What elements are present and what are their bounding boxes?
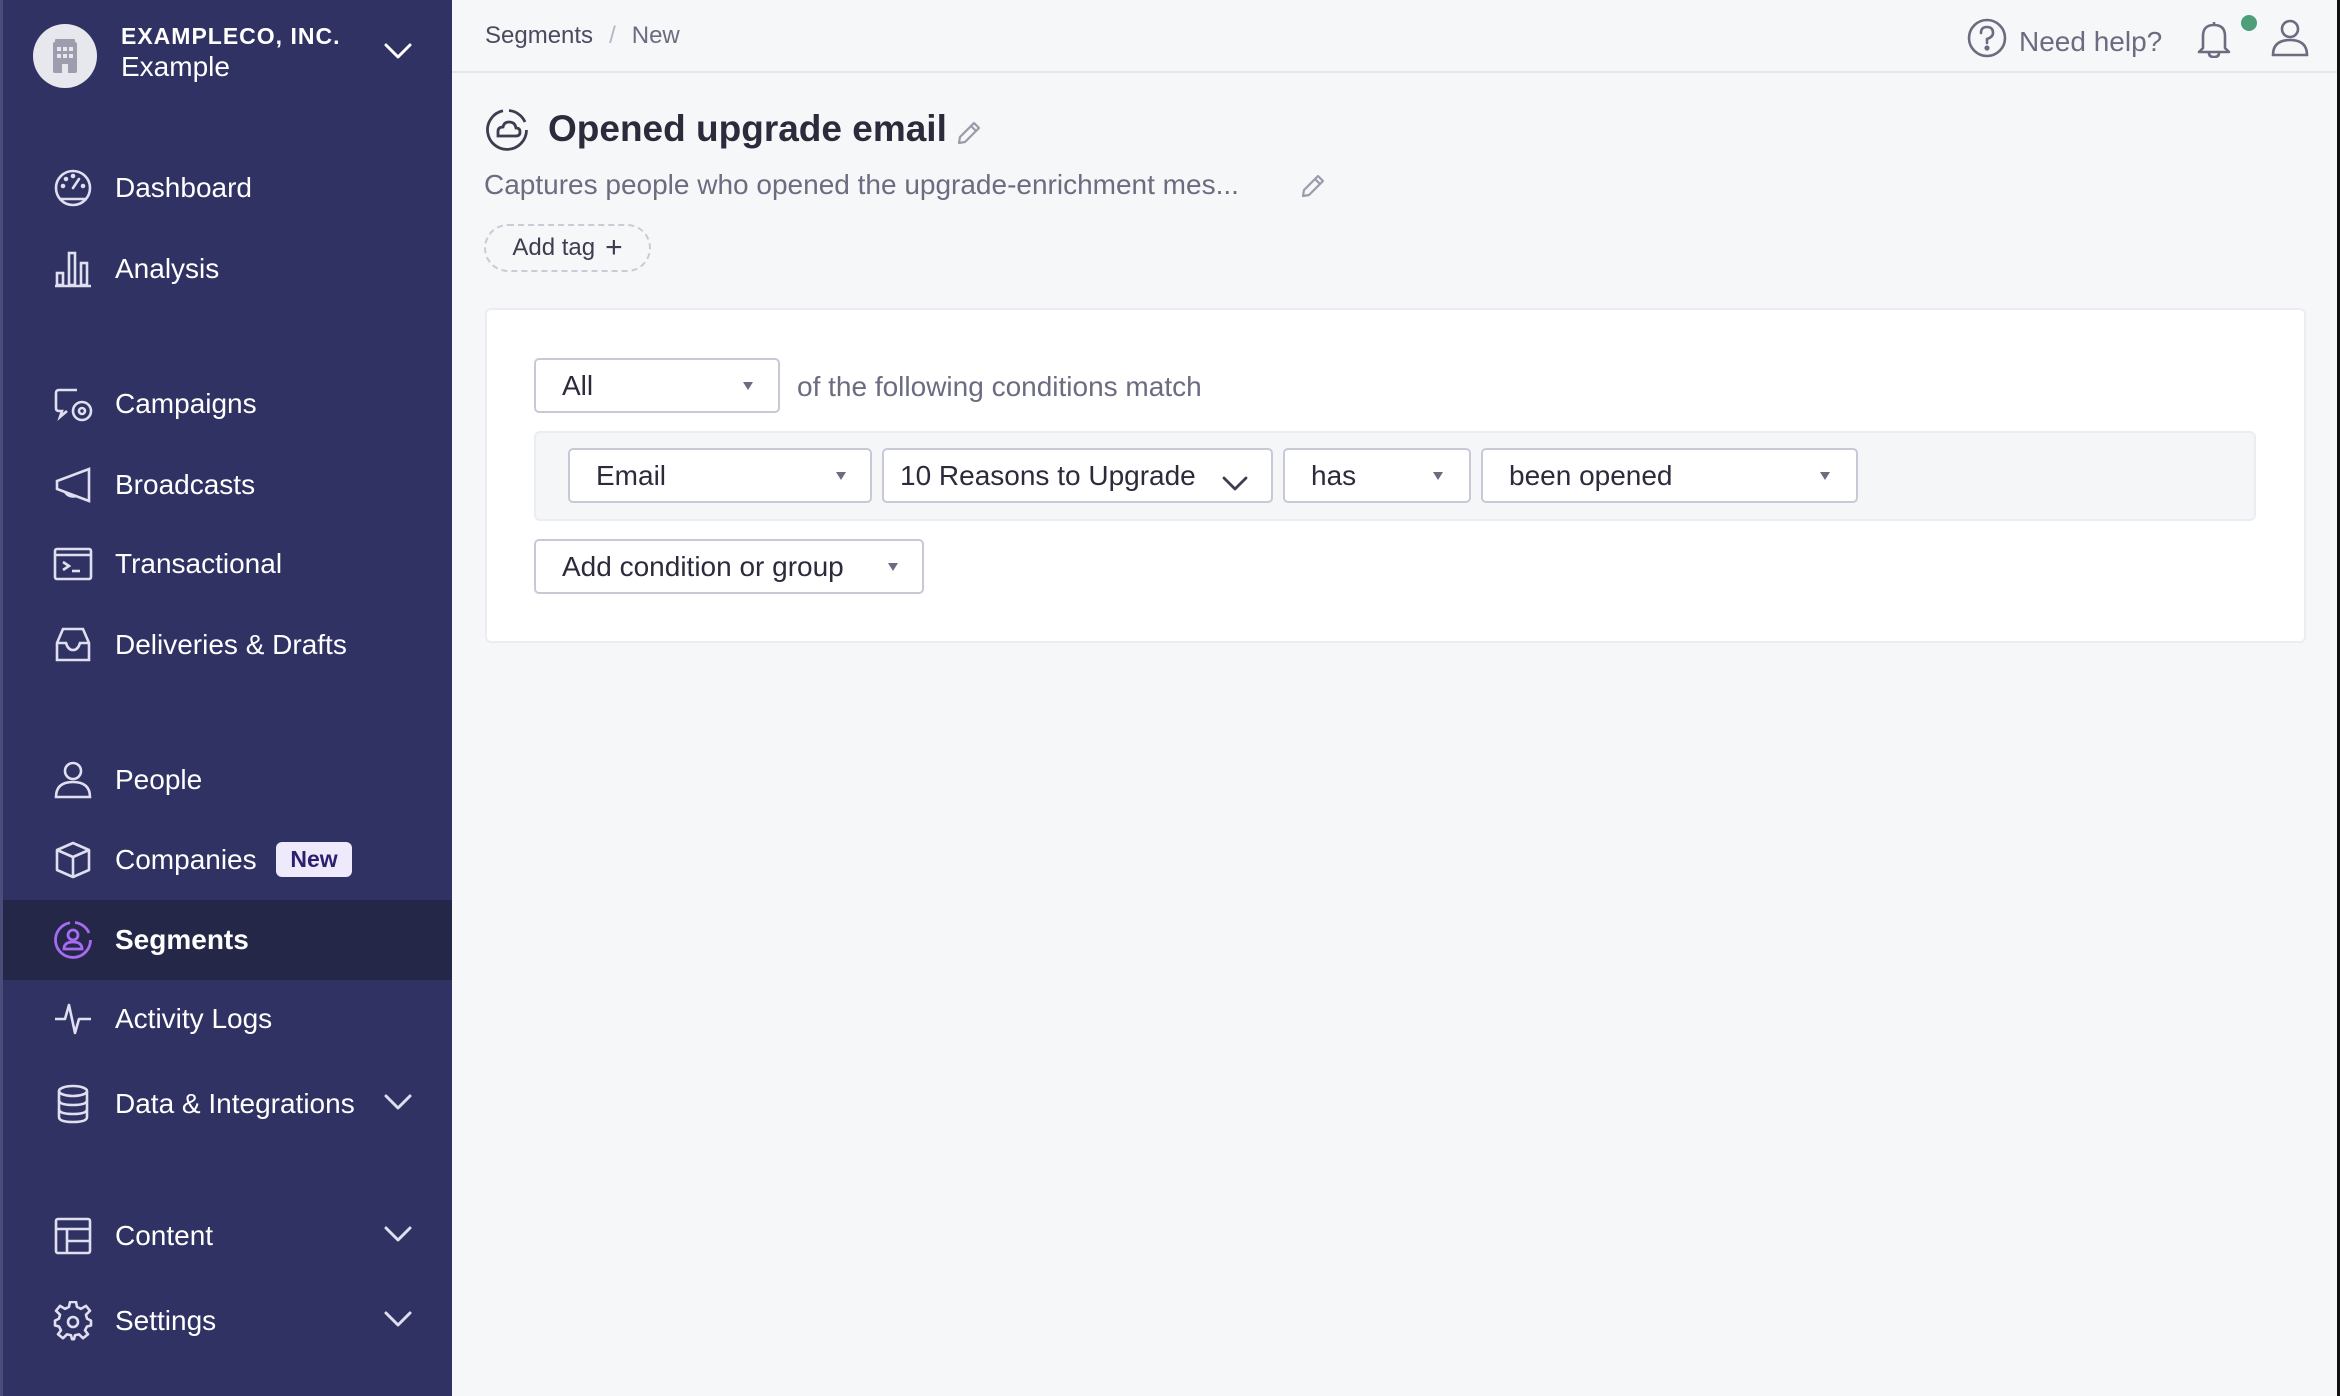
- sidebar-item-label: People: [115, 764, 203, 795]
- caret-down-icon: [1820, 471, 1830, 480]
- operator-select[interactable]: has: [1283, 448, 1471, 503]
- message-select[interactable]: 10 Reasons to Upgrade: [882, 448, 1273, 503]
- sidebar-item-broadcasts[interactable]: Broadcasts: [3, 445, 452, 525]
- user-account-icon[interactable]: [2270, 18, 2310, 63]
- breadcrumb-current: New: [631, 22, 680, 49]
- layout-icon: [53, 1216, 93, 1256]
- question-circle-icon: [1967, 18, 2007, 65]
- edit-description-pencil-icon[interactable]: [1300, 173, 1326, 204]
- sidebar-item-settings[interactable]: Settings: [3, 1281, 452, 1361]
- cube-icon: [53, 840, 93, 880]
- sidebar-item-content[interactable]: Content: [3, 1196, 452, 1276]
- message-value: 10 Reasons to Upgrade: [900, 459, 1196, 491]
- segment-icon: [53, 920, 93, 960]
- edit-title-pencil-icon[interactable]: [956, 120, 982, 151]
- org-name: EXAMPLECO, INC.: [121, 23, 341, 49]
- org-switcher[interactable]: EXAMPLECO, INC. Example: [3, 0, 452, 110]
- chevron-down-icon[interactable]: [383, 1093, 413, 1116]
- caret-down-icon: [1433, 471, 1443, 480]
- breadcrumb-separator: /: [609, 22, 616, 49]
- chevron-down-icon[interactable]: [383, 1225, 413, 1248]
- megaphone-icon: [53, 465, 93, 505]
- condition-type-value: Email: [596, 459, 667, 491]
- sidebar-item-companies[interactable]: Companies New: [3, 820, 452, 900]
- sidebar-item-label: Transactional: [115, 548, 283, 579]
- condition-type-select[interactable]: Email: [568, 448, 872, 503]
- operator-value: has: [1311, 459, 1357, 491]
- bar-chart-icon: [53, 249, 93, 289]
- add-condition-label: Add condition or group: [562, 550, 844, 582]
- action-select[interactable]: been opened: [1481, 448, 1858, 503]
- sidebar-item-segments[interactable]: Segments: [3, 900, 452, 980]
- data-segment-icon: [485, 108, 529, 157]
- sidebar-item-label: Segments: [115, 924, 249, 955]
- sidebar-item-label: Dashboard: [115, 172, 252, 203]
- plus-icon: +: [605, 231, 623, 264]
- campaigns-icon: [53, 384, 93, 424]
- add-tag-label: Add tag: [512, 234, 596, 261]
- sidebar-item-campaigns[interactable]: Campaigns: [3, 364, 452, 444]
- match-mode-value: All: [562, 369, 594, 401]
- sidebar-item-label: Content: [115, 1220, 214, 1251]
- caret-down-icon: [888, 562, 898, 571]
- building-icon: [33, 24, 97, 88]
- sidebar-item-activity-logs[interactable]: Activity Logs: [3, 979, 452, 1059]
- gear-icon: [53, 1301, 93, 1341]
- workspace-name: Example: [121, 51, 230, 82]
- chevron-down-icon: [1222, 467, 1248, 499]
- terminal-icon: [53, 544, 93, 584]
- breadcrumb-segments-link[interactable]: Segments: [485, 22, 593, 50]
- chevron-down-icon[interactable]: [383, 42, 413, 65]
- caret-down-icon: [743, 381, 753, 390]
- chevron-down-icon[interactable]: [383, 1310, 413, 1333]
- sidebar-item-transactional[interactable]: Transactional: [3, 524, 452, 604]
- sidebar-item-people[interactable]: People: [3, 740, 452, 820]
- segment-title: Opened upgrade email: [548, 108, 947, 149]
- sidebar-item-label: Deliveries & Drafts: [115, 629, 347, 660]
- action-value: been opened: [1509, 459, 1673, 491]
- need-help-button[interactable]: Need help?: [1967, 18, 2162, 65]
- sidebar: EXAMPLECO, INC. Example Dashboard Analys…: [0, 0, 452, 1396]
- sidebar-item-data-integrations[interactable]: Data & Integrations: [3, 1064, 452, 1144]
- sidebar-item-label: Settings: [115, 1305, 217, 1336]
- breadcrumb: Segments / New: [485, 22, 680, 50]
- sidebar-item-label: Data & Integrations: [115, 1088, 355, 1119]
- inbox-tray-icon: [53, 625, 93, 665]
- dashboard-gauge-icon: [53, 168, 93, 208]
- match-mode-select[interactable]: All: [534, 358, 780, 413]
- segment-description: Captures people who opened the upgrade-e…: [484, 169, 1239, 200]
- match-description: of the following conditions match: [797, 371, 1202, 402]
- sidebar-item-analysis[interactable]: Analysis: [3, 229, 452, 309]
- notification-dot: [2241, 15, 2257, 31]
- sidebar-item-dashboard[interactable]: Dashboard: [3, 148, 452, 228]
- sidebar-item-label: Activity Logs: [115, 1003, 273, 1034]
- add-tag-button[interactable]: Add tag +: [484, 224, 651, 272]
- person-icon: [53, 760, 93, 800]
- add-condition-or-group-button[interactable]: Add condition or group: [534, 539, 924, 594]
- sidebar-item-label: Campaigns: [115, 388, 257, 419]
- sidebar-item-label: Broadcasts: [115, 469, 256, 500]
- top-bar: Segments / New Need help?: [452, 0, 2338, 73]
- bell-icon[interactable]: [2197, 20, 2231, 63]
- new-badge: New: [276, 842, 352, 877]
- sidebar-item-label: Companies: [115, 844, 257, 875]
- sidebar-item-deliveries-drafts[interactable]: Deliveries & Drafts: [3, 605, 452, 685]
- need-help-label: Need help?: [2019, 25, 2163, 57]
- pulse-icon: [53, 999, 93, 1039]
- sidebar-item-label: Analysis: [115, 253, 220, 284]
- caret-down-icon: [836, 471, 846, 480]
- database-icon: [53, 1084, 93, 1124]
